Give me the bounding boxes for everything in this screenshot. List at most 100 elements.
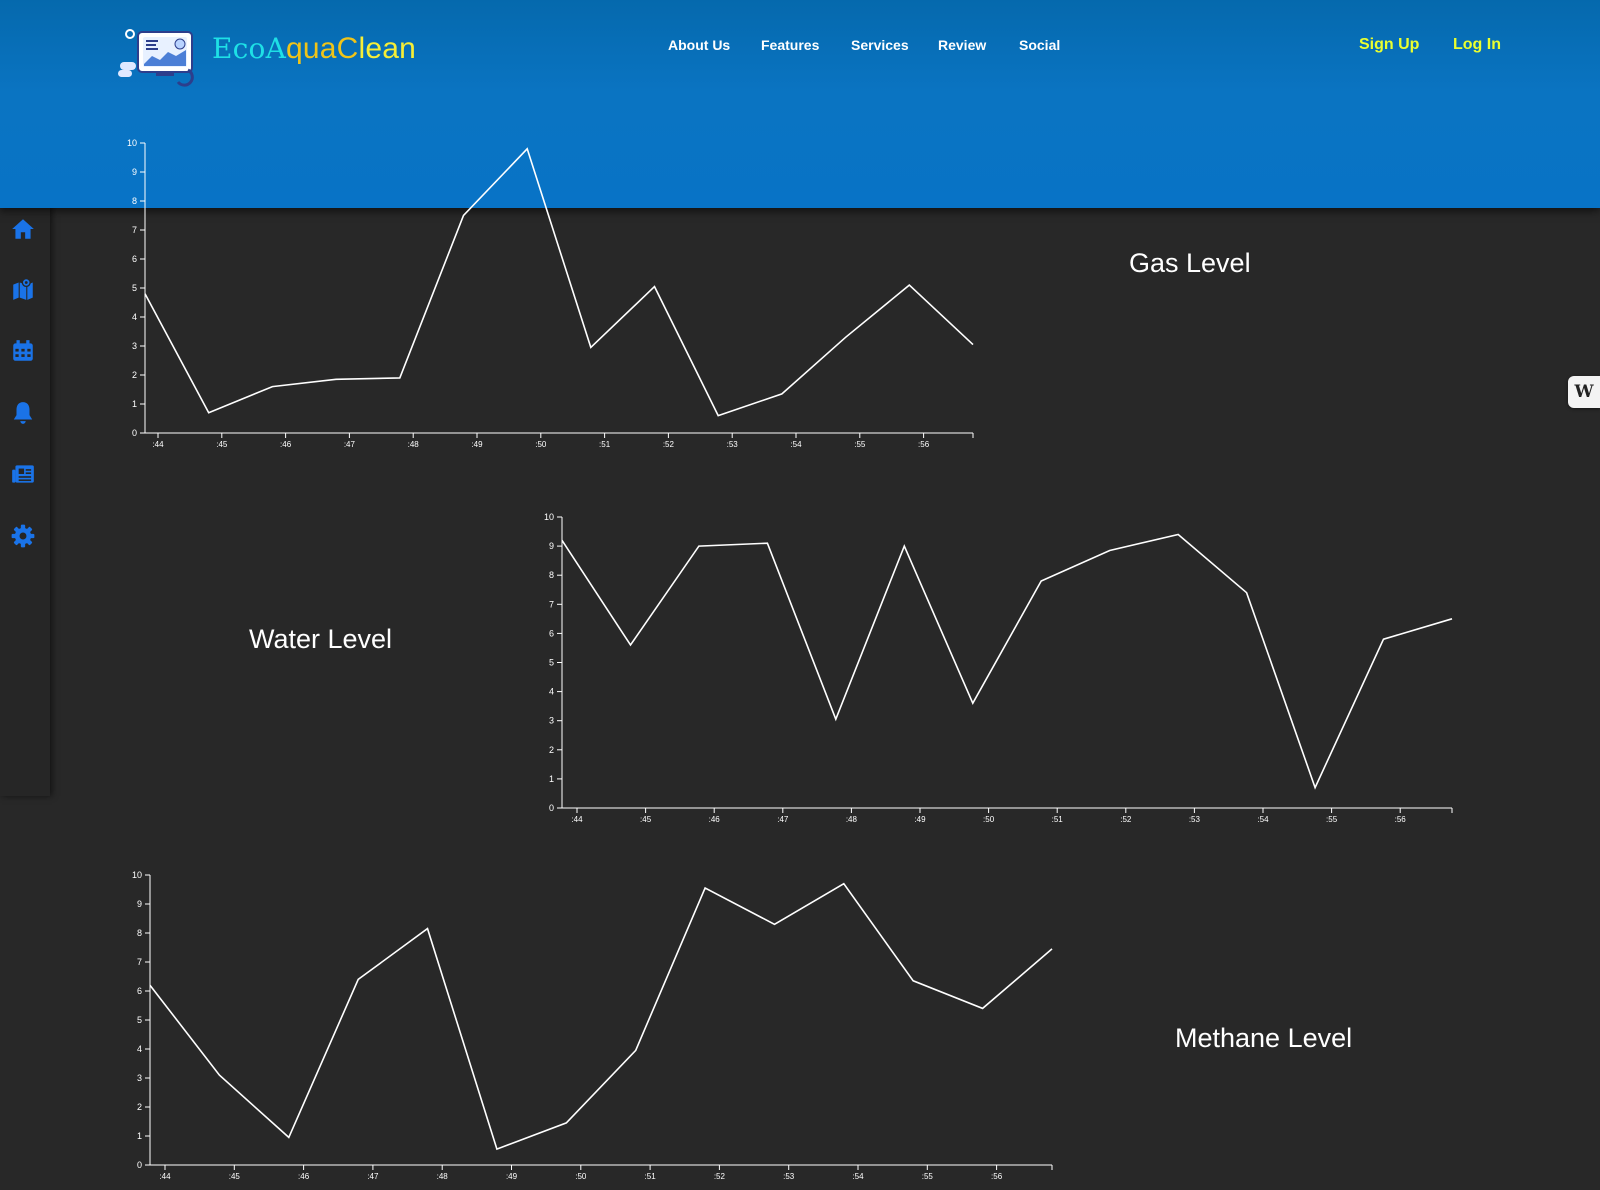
x-tick-label: :56 xyxy=(1395,815,1407,824)
y-tick-label: 8 xyxy=(549,570,554,580)
y-tick-label: 1 xyxy=(137,1131,142,1141)
y-tick-label: 5 xyxy=(137,1015,142,1025)
x-tick-label: :47 xyxy=(777,815,789,824)
x-tick-label: :48 xyxy=(846,815,858,824)
x-tick-label: :53 xyxy=(727,440,739,449)
data-line xyxy=(144,147,974,417)
nav-review[interactable]: Review xyxy=(938,37,986,53)
x-tick-label: :45 xyxy=(229,1172,241,1181)
y-tick-label: 0 xyxy=(132,428,137,438)
x-tick-label: :49 xyxy=(914,815,926,824)
gas-level-title: Gas Level xyxy=(1129,248,1251,278)
y-tick-label: 9 xyxy=(132,167,137,177)
y-tick-label: 10 xyxy=(132,870,142,880)
nav-about-us[interactable]: About Us xyxy=(668,37,730,53)
y-tick-label: 1 xyxy=(549,774,554,784)
x-tick-label: :49 xyxy=(471,440,483,449)
y-tick-label: 8 xyxy=(132,196,137,206)
y-tick-label: 3 xyxy=(137,1073,142,1083)
x-tick-label: :55 xyxy=(1326,815,1338,824)
widget-button[interactable]: W xyxy=(1568,376,1600,408)
brand-name[interactable]: EcoAquaClean xyxy=(212,32,416,66)
water-level-title: Water Level xyxy=(249,624,393,654)
log-in-link[interactable]: Log In xyxy=(1453,36,1501,54)
nav-social[interactable]: Social xyxy=(1019,37,1060,53)
y-tick-label: 3 xyxy=(132,341,137,351)
y-tick-label: 0 xyxy=(549,803,554,813)
x-tick-label: :52 xyxy=(714,1172,726,1181)
gas-level-chart: 0 1 2 3 4 5 6 7 8 9 10:44:45:46:47:48:49:50:51:52:… xyxy=(127,138,974,449)
x-tick-label: :51 xyxy=(1052,815,1064,824)
dashboard-page: EcoAquaClean About Us Features Services … xyxy=(0,0,1600,1190)
brand-part-clean: lean xyxy=(358,32,417,65)
y-tick-label: 0 xyxy=(137,1160,142,1170)
x-tick-label: :51 xyxy=(599,440,611,449)
y-tick-label: 6 xyxy=(549,628,554,638)
x-tick-label: :45 xyxy=(640,815,652,824)
y-tick-label: 4 xyxy=(137,1044,142,1054)
x-tick-label: :47 xyxy=(344,440,356,449)
x-tick-label: :54 xyxy=(790,440,802,449)
calendar-icon[interactable] xyxy=(10,338,36,364)
x-tick-label: :44 xyxy=(152,440,164,449)
y-tick-label: 4 xyxy=(549,687,554,697)
brand-part-eco: EcoA xyxy=(212,32,286,65)
x-tick-label: :50 xyxy=(575,1172,587,1181)
y-tick-label: 6 xyxy=(137,986,142,996)
y-tick-label: 5 xyxy=(549,658,554,668)
newspaper-icon[interactable] xyxy=(10,461,36,487)
y-tick-label: 10 xyxy=(544,512,554,522)
y-tick-label: 9 xyxy=(549,541,554,551)
x-tick-label: :50 xyxy=(983,815,995,824)
data-line xyxy=(561,533,1453,790)
x-tick-label: :55 xyxy=(854,440,866,449)
y-tick-label: 4 xyxy=(132,312,137,322)
x-tick-label: :53 xyxy=(1189,815,1201,824)
home-icon[interactable] xyxy=(10,216,36,242)
y-tick-label: 5 xyxy=(132,283,137,293)
x-tick-label: :56 xyxy=(918,440,930,449)
x-tick-label: :53 xyxy=(783,1172,795,1181)
nav-services[interactable]: Services xyxy=(851,37,909,53)
data-line xyxy=(149,882,1053,1151)
x-tick-label: :47 xyxy=(367,1172,379,1181)
x-tick-label: :52 xyxy=(663,440,675,449)
y-tick-label: 8 xyxy=(137,928,142,938)
x-tick-label: :55 xyxy=(922,1172,934,1181)
x-tick-label: :48 xyxy=(437,1172,449,1181)
x-tick-label: :54 xyxy=(1257,815,1269,824)
brand-part-aqua: quaC xyxy=(286,32,359,65)
x-tick-label: :44 xyxy=(571,815,583,824)
bell-icon[interactable] xyxy=(10,400,36,426)
y-tick-label: 1 xyxy=(132,399,137,409)
x-tick-label: :46 xyxy=(280,440,292,449)
x-tick-label: :52 xyxy=(1120,815,1132,824)
x-tick-label: :44 xyxy=(159,1172,171,1181)
y-tick-label: 9 xyxy=(137,899,142,909)
x-tick-label: :56 xyxy=(991,1172,1003,1181)
sign-up-link[interactable]: Sign Up xyxy=(1359,36,1419,54)
methane-level-title: Methane Level xyxy=(1175,1023,1353,1053)
map-icon[interactable] xyxy=(10,276,36,302)
gear-icon[interactable] xyxy=(10,523,36,549)
x-tick-label: :46 xyxy=(298,1172,310,1181)
y-tick-label: 7 xyxy=(549,599,554,609)
x-tick-label: :46 xyxy=(709,815,721,824)
x-tick-label: :45 xyxy=(216,440,228,449)
y-tick-label: 7 xyxy=(137,957,142,967)
y-tick-label: 2 xyxy=(132,370,137,380)
logo-icon[interactable] xyxy=(116,26,202,88)
x-tick-label: :54 xyxy=(852,1172,864,1181)
nav-features[interactable]: Features xyxy=(761,37,819,53)
y-tick-label: 2 xyxy=(137,1102,142,1112)
y-tick-label: 3 xyxy=(549,716,554,726)
water-level-chart: 0 1 2 3 4 5 6 7 8 9 10 :44 :45 :46 :47 :48 :49 :50 :51 :52:… xyxy=(544,512,1453,824)
x-tick-label: :48 xyxy=(408,440,420,449)
x-tick-label: :49 xyxy=(506,1172,518,1181)
x-tick-label: :51 xyxy=(645,1172,657,1181)
methane-level-chart: 0 1 2 3 4 5 6 7 8 9 10 :44 :45 :46 :47 :48 :49 :50 :51 :52:… xyxy=(132,870,1053,1181)
y-tick-label: 2 xyxy=(549,745,554,755)
y-tick-label: 6 xyxy=(132,254,137,264)
y-tick-label: 7 xyxy=(132,225,137,235)
y-tick-label: 10 xyxy=(127,138,137,148)
